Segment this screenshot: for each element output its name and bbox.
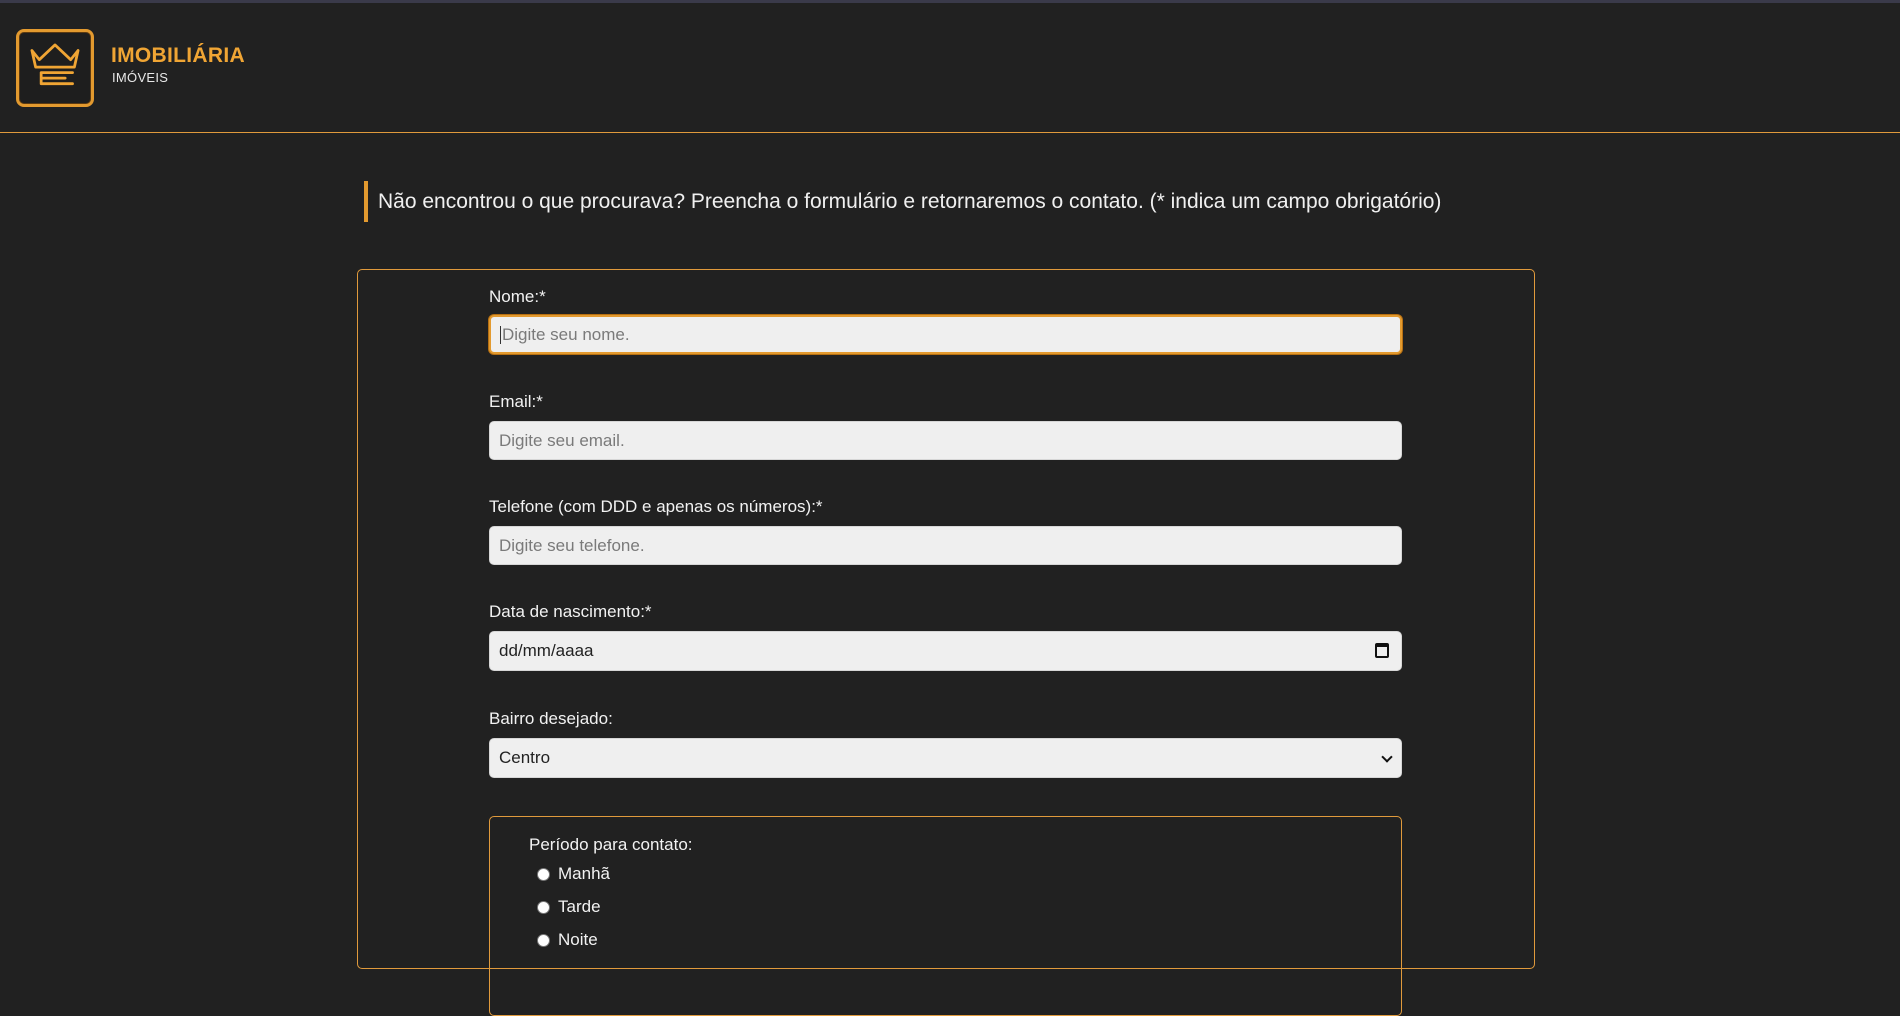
brand-subtitle: IMÓVEIS [112,70,169,85]
email-input[interactable]: Digite seu email. [489,421,1402,460]
email-placeholder: Digite seu email. [499,430,625,450]
chevron-down-icon [1381,751,1393,763]
birthdate-input[interactable]: dd/mm/aaaa [489,631,1402,671]
neighborhood-select[interactable]: Centro [489,738,1402,778]
radio-button[interactable] [537,933,550,947]
radio-option-afternoon[interactable]: Tarde [537,897,601,917]
birthdate-value: dd/mm/aaaa [499,641,594,660]
calendar-icon[interactable] [1375,643,1389,658]
radio-button[interactable] [537,900,550,914]
name-label: Nome:* [489,287,546,306]
radio-label: Tarde [558,897,601,916]
crown-logo-icon[interactable] [16,29,94,107]
phone-placeholder: Digite seu telefone. [499,535,645,555]
radio-label: Noite [558,930,598,949]
birthdate-label: Data de nascimento:* [489,602,652,621]
name-input[interactable]: Digite seu nome. [489,315,1402,354]
site-header: IMOBILIÁRIA IMÓVEIS [0,3,1900,133]
phone-label: Telefone (com DDD e apenas os números):* [489,497,823,516]
radio-label: Manhã [558,864,610,883]
email-label: Email:* [489,392,543,411]
intro-text: Não encontrou o que procurava? Preencha … [378,189,1442,213]
phone-input[interactable]: Digite seu telefone. [489,526,1402,565]
neighborhood-label: Bairro desejado: [489,709,613,728]
radio-button[interactable] [537,867,550,881]
intro-callout: Não encontrou o que procurava? Preencha … [364,181,1441,222]
radio-option-morning[interactable]: Manhã [537,864,610,884]
brand-name: IMOBILIÁRIA [111,44,245,67]
radio-option-night[interactable]: Noite [537,930,598,950]
contact-period-legend: Período para contato: [529,835,693,854]
name-placeholder: Digite seu nome. [502,324,630,344]
neighborhood-selected: Centro [499,748,551,767]
text-caret [500,325,501,344]
